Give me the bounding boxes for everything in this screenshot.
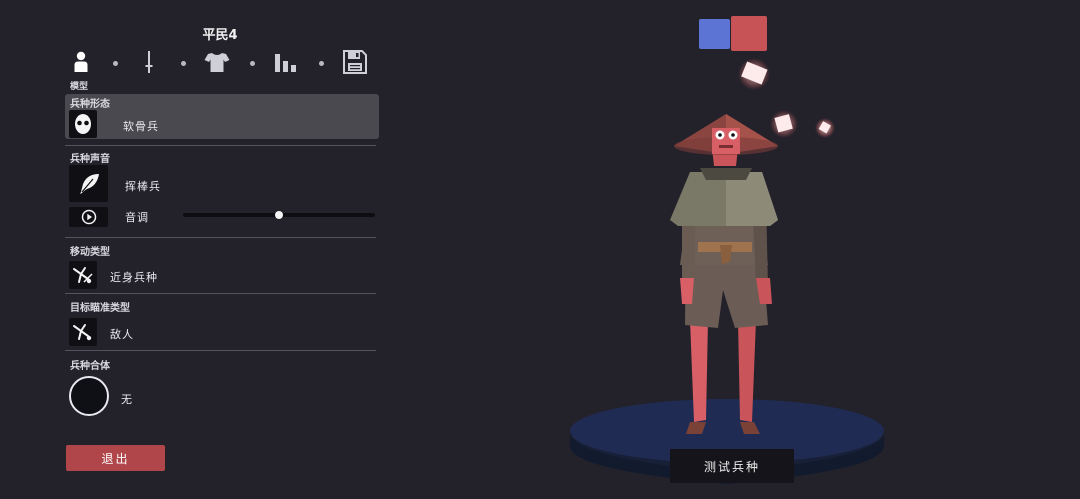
targeting-type-label: 目标瞄准类型 [70, 303, 130, 314]
feather-icon [79, 173, 99, 194]
targeting-type-value: 敌人 [110, 328, 134, 341]
divider [65, 145, 376, 146]
unit-form-icon-box [69, 110, 97, 138]
tab-clothing[interactable] [204, 48, 230, 76]
divider [65, 350, 376, 351]
tab-separator-dot [113, 61, 118, 66]
bar-chart-icon [275, 54, 296, 72]
targeting-type-selector[interactable] [69, 318, 97, 346]
movement-type-value: 近身兵种 [110, 271, 158, 284]
pitch-slider-knob[interactable] [275, 211, 283, 219]
unit-fusion-label: 兵种合体 [70, 361, 110, 372]
unit-form-label: 兵种形态 [70, 99, 110, 110]
tab-separator-dot [181, 61, 186, 66]
movement-type-label: 移动类型 [70, 247, 110, 258]
divider [65, 293, 376, 294]
mask-icon [75, 114, 91, 134]
unit-fusion-slot[interactable] [69, 376, 109, 416]
shirt-icon [204, 53, 230, 72]
editor-tab-bar [68, 48, 373, 80]
pitch-label: 音调 [125, 211, 149, 224]
divider [65, 237, 376, 238]
tab-stats[interactable] [273, 48, 299, 76]
unit-fusion-value: 无 [121, 393, 133, 406]
tab-separator-dot [250, 61, 255, 66]
unit-model [670, 114, 778, 434]
play-sound-button[interactable] [69, 207, 108, 227]
unit-preview[interactable] [540, 50, 920, 490]
target-melee-icon [73, 324, 92, 341]
glowing-shard-effect [738, 58, 835, 138]
unit-form-value: 软骨兵 [123, 120, 159, 133]
test-unit-button[interactable]: 测试兵种 [670, 449, 794, 483]
unit-form-selector[interactable] [65, 94, 379, 139]
save-icon [343, 50, 367, 74]
person-icon [74, 51, 88, 72]
exit-button[interactable]: 退出 [66, 445, 165, 471]
unit-sound-value: 挥棒兵 [125, 180, 161, 193]
team-red-swatch[interactable] [731, 16, 767, 51]
unit-sound-selector[interactable] [69, 165, 108, 202]
unit-sound-label: 兵种声音 [70, 154, 110, 165]
team-blue-swatch[interactable] [699, 19, 730, 49]
tab-save[interactable] [342, 48, 368, 76]
tab-model[interactable] [68, 48, 94, 76]
play-icon [81, 209, 96, 225]
unit-name-title: 平民4 [202, 28, 238, 43]
tab-model-label: 模型 [70, 82, 89, 92]
sword-icon [145, 51, 153, 73]
movement-type-selector[interactable] [69, 261, 97, 289]
tab-weapons[interactable] [136, 48, 162, 76]
tab-separator-dot [319, 61, 324, 66]
melee-icon [73, 267, 93, 284]
